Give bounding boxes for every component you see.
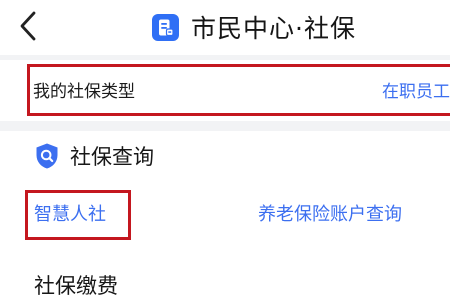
social-security-page: 市民中心·社保 我的社保类型 在职员工 社保查询 智慧人社 养老保险账户查询 社… [0,0,450,300]
back-button[interactable] [14,8,44,44]
header-title-group: 市民中心·社保 [152,10,356,44]
page-title: 市民中心·社保 [191,14,356,43]
social-security-query-header: 社保查询 [34,140,154,172]
section-divider [0,121,450,131]
smart-hr-social-security-link[interactable]: 智慧人社 [34,200,106,226]
social-security-type-label: 我的社保类型 [33,82,135,102]
citizen-center-logo-icon [152,13,179,41]
social-security-query-title: 社保查询 [70,145,154,169]
pension-account-query-link[interactable]: 养老保险账户查询 [258,200,402,226]
social-security-type-row[interactable]: 我的社保类型 在职员工 [0,60,450,118]
chevron-left-icon[interactable] [14,8,44,44]
social-security-payment-title: 社保缴费 [34,274,118,298]
social-security-type-value[interactable]: 在职员工 [382,77,450,102]
top-navigation-bar: 市民中心·社保 [0,0,450,55]
shield-icon [36,143,58,169]
